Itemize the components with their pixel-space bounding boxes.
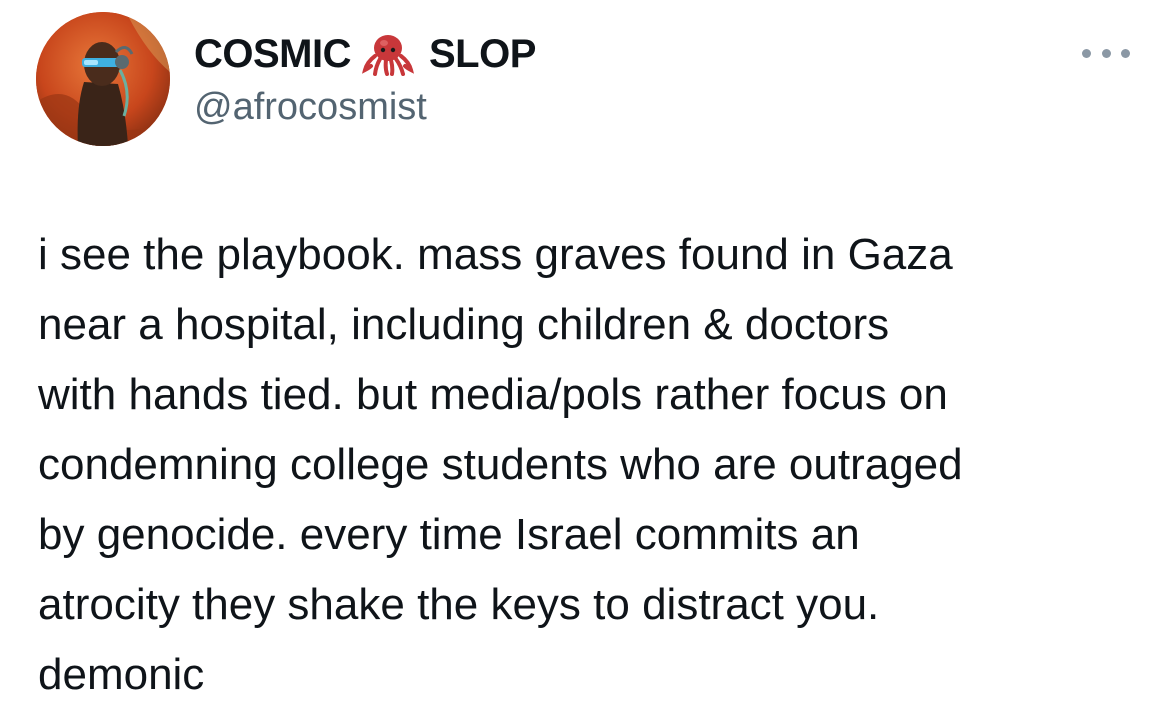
tweet-text-line: i see the playbook. mass graves found in… — [38, 230, 953, 279]
tweet-text-line: by genocide. every time Israel commits a… — [38, 510, 860, 559]
dot — [1082, 48, 1091, 58]
tweet-card: COSMIC SLOP @afrocosmist i see the playb… — [0, 0, 1170, 724]
tweet-text: i see the playbook. mass graves found in… — [38, 220, 1138, 710]
more-options-icon[interactable] — [1082, 46, 1130, 60]
tweet-text-line: demonic — [38, 650, 205, 699]
display-name-part2: SLOP — [429, 31, 536, 76]
tweet-text-line: near a hospital, including children & do… — [38, 300, 890, 349]
dot — [1121, 48, 1130, 58]
tweet-text-line: condemning college students who are outr… — [38, 440, 963, 489]
dot — [1101, 48, 1111, 58]
octopus-icon — [361, 32, 415, 76]
display-name-part1: COSMIC — [194, 31, 352, 76]
tweet-text-line: with hands tied. but media/pols rather f… — [38, 370, 948, 419]
tweet-text-line: atrocity they shake the keys to distract… — [38, 580, 880, 629]
display-name[interactable]: COSMIC SLOP — [194, 30, 536, 78]
user-handle[interactable]: @afrocosmist — [194, 86, 427, 129]
avatar[interactable] — [36, 12, 170, 146]
